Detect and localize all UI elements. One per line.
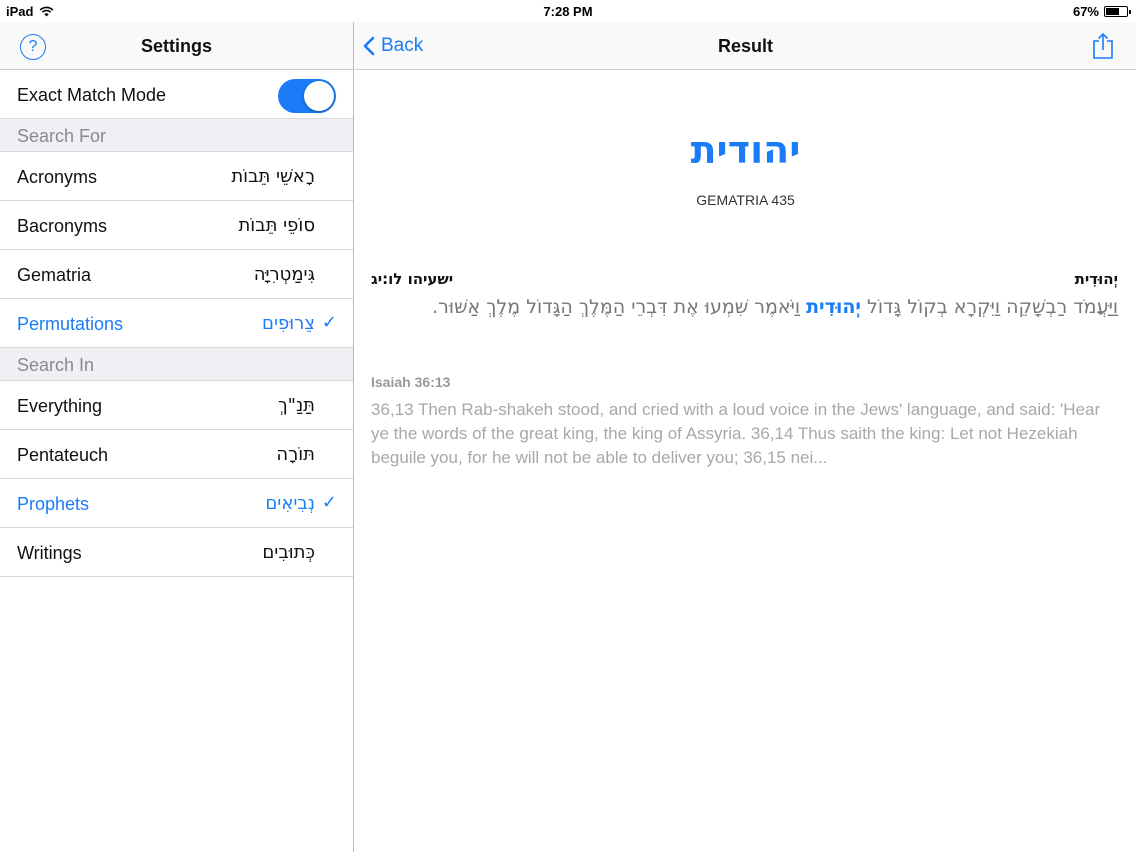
verse-text-before: וַיַּעֲמֹד רַבְשָׁקֵה וַיִּקְרָא בְקוֹל … [861, 296, 1118, 318]
option-label: Pentateuch [17, 445, 109, 465]
result-title: Result [717, 36, 773, 56]
status-right: 67% [1072, 4, 1131, 19]
option-label: Permutations [17, 314, 124, 334]
english-reference: Isaiah 36:13 [371, 374, 451, 390]
exact-match-toggle[interactable] [278, 79, 336, 113]
option-label: Acronyms [17, 167, 98, 187]
checkmark-icon: ✓ [321, 312, 337, 332]
option-hebrew: גִּימַטְרִיָּה [253, 264, 315, 285]
result-nav-bar: Back Result [355, 22, 1136, 70]
option-hebrew: סוֹפֵי תֵּבוֹת [238, 215, 315, 236]
verse-text[interactable]: וַיַּעֲמֹד רַבְשָׁקֵה וַיִּקְרָא בְקוֹל … [371, 294, 1118, 320]
search-for-header-label: Search For [17, 126, 107, 146]
result-pane: Back Result יהודית GEMATRIA 435 יְהוּדִי… [355, 22, 1136, 852]
settings-title: Settings [140, 36, 212, 56]
share-icon [1093, 32, 1113, 59]
status-bar: iPad 7:28 PM 67% [0, 0, 1136, 22]
toggle-knob [304, 81, 334, 111]
option-hebrew: כְּתוּבִים [262, 542, 315, 563]
gematria-value: GEMATRIA 435 [696, 192, 795, 208]
result-word: יהודית [690, 128, 801, 172]
share-button[interactable] [1092, 32, 1114, 65]
option-hebrew: תּוֹרָה [276, 444, 315, 465]
option-label: Everything [17, 396, 103, 416]
option-hebrew: רָאשֵׁי תֵּבוֹת [231, 166, 315, 187]
search-for-item-acronyms[interactable]: Acronyms רָאשֵׁי תֵּבוֹת [0, 152, 353, 201]
verse-text-after: וַיֹּאמֶר שִׁמְעוּ אֶת דִּבְרֵי הַמֶּלֶך… [432, 296, 807, 318]
search-for-item-gematria[interactable]: Gematria גִּימַטְרִיָּה [0, 250, 353, 299]
option-label: Prophets [17, 494, 90, 514]
search-in-item-pentateuch[interactable]: Pentateuch תּוֹרָה [0, 430, 353, 479]
battery-percent: 67% [1072, 4, 1099, 19]
search-in-header: Search In [0, 348, 353, 381]
search-in-item-writings[interactable]: Writings כְּתוּבִים [0, 528, 353, 577]
settings-pane: ? Settings Exact Match Mode Search For A… [0, 22, 354, 852]
option-label: Bacronyms [17, 216, 108, 236]
search-for-header: Search For [0, 119, 353, 152]
battery-icon [1104, 6, 1131, 17]
exact-match-label: Exact Match Mode [17, 85, 167, 105]
verse-header: יְהוּדִית ישעיהו לו:יג [371, 270, 1118, 290]
checkmark-icon: ✓ [321, 492, 337, 512]
option-label: Gematria [17, 265, 92, 285]
option-hebrew: תַּנַ"ךְ [278, 395, 315, 416]
settings-nav-bar: ? Settings [0, 22, 353, 70]
search-for-item-bacronyms[interactable]: Bacronyms סוֹפֵי תֵּבוֹת [0, 201, 353, 250]
english-translation: 36,13 Then Rab-shakeh stood, and cried w… [371, 400, 1101, 467]
verse-highlight: יְהוּדִית [806, 296, 861, 318]
verse-reference-hebrew: ישעיהו לו:יג [371, 270, 454, 288]
option-hebrew: נְבִיאִים [265, 493, 315, 514]
status-time: 7:28 PM [543, 4, 593, 19]
search-in-item-everything[interactable]: Everything תַּנַ"ךְ [0, 381, 353, 430]
search-in-item-prophets[interactable]: Prophets נְבִיאִים ✓ [0, 479, 353, 528]
search-in-header-label: Search In [17, 355, 95, 375]
option-label: Writings [17, 543, 82, 563]
exact-match-row: Exact Match Mode [0, 70, 353, 119]
battery-fill [1106, 8, 1119, 15]
option-hebrew: צֵרוּפִים [262, 313, 315, 334]
verse-word: יְהוּדִית [1074, 270, 1118, 288]
search-for-item-permutations[interactable]: Permutations צֵרוּפִים ✓ [0, 299, 353, 348]
